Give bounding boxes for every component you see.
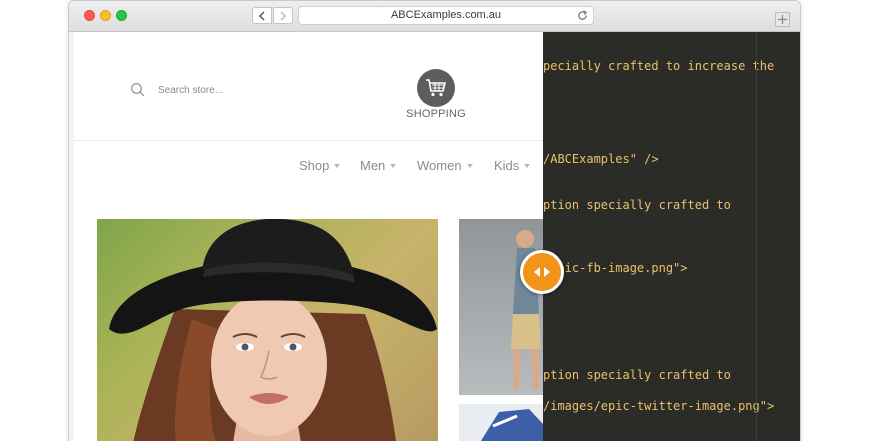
chevron-down-icon <box>524 164 531 168</box>
nav-item-label: Men <box>360 158 386 173</box>
nav-item-label: Women <box>417 158 462 173</box>
woman-in-hat-image <box>109 219 437 441</box>
nav-item-men[interactable]: Men <box>360 158 397 173</box>
forward-button[interactable] <box>273 7 293 24</box>
store-logo[interactable] <box>417 69 455 107</box>
chevron-down-icon <box>390 164 397 168</box>
nav-item-shop[interactable]: Shop <box>299 158 341 173</box>
browser-window: ABCExamples.com.au Search store... SHOPP… <box>68 0 801 441</box>
browser-titlebar: ABCExamples.com.au <box>69 1 800 32</box>
code-line: /epic-fb-image.png"> <box>543 261 688 275</box>
compare-slider-handle[interactable] <box>520 250 564 294</box>
store-logo-text: SHOPPING <box>406 108 466 120</box>
new-tab-button[interactable] <box>775 12 790 27</box>
chevron-right-icon <box>280 11 287 21</box>
code-line: /images/epic-twitter-image.png"> <box>543 399 775 413</box>
header-divider <box>74 140 543 141</box>
product-photo-shoe[interactable] <box>459 404 543 441</box>
chevron-down-icon <box>334 164 341 168</box>
address-bar[interactable]: ABCExamples.com.au <box>298 6 594 25</box>
code-panel: pecially crafted to increase the /ABCExa… <box>543 32 800 441</box>
nav-item-kids[interactable]: Kids <box>494 158 531 173</box>
search-input[interactable]: Search store... <box>158 85 223 96</box>
left-right-arrows-icon <box>534 267 550 277</box>
maximize-window-button[interactable] <box>116 10 127 21</box>
code-line: pecially crafted to increase the <box>543 59 775 73</box>
code-divider <box>756 32 757 441</box>
nav-item-label: Shop <box>299 158 330 173</box>
search-icon[interactable] <box>130 82 146 98</box>
chevron-left-icon <box>258 11 265 21</box>
featured-photo-woman-in-hat[interactable] <box>97 219 438 441</box>
shoe-image <box>480 409 543 441</box>
store-page: Search store... SHOPPING Shop Men Women … <box>74 32 543 441</box>
chevron-down-icon <box>466 164 473 168</box>
code-line: ption specially crafted to <box>543 368 731 382</box>
close-window-button[interactable] <box>84 10 95 21</box>
nav-item-women[interactable]: Women <box>417 158 473 173</box>
code-line: ption specially crafted to <box>543 198 731 212</box>
shopping-cart-icon <box>426 79 447 97</box>
url-text: ABCExamples.com.au <box>390 9 502 21</box>
back-button[interactable] <box>252 7 272 24</box>
reload-icon[interactable] <box>577 10 588 21</box>
man-in-shorts-image <box>511 230 541 389</box>
plus-icon <box>778 15 787 24</box>
minimize-window-button[interactable] <box>100 10 111 21</box>
product-photo-man[interactable] <box>459 219 543 395</box>
nav-item-label: Kids <box>494 158 520 173</box>
code-line: /ABCExamples" /> <box>543 152 659 166</box>
